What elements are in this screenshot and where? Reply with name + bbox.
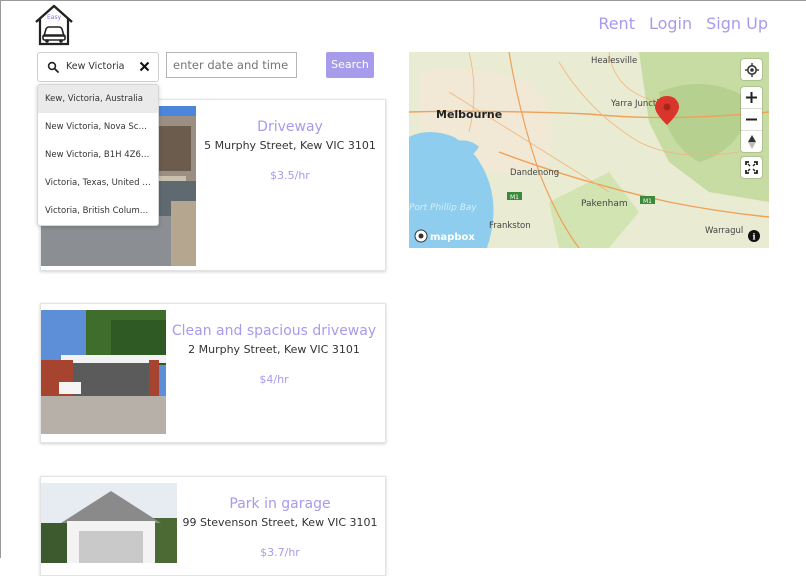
map-label: Melbourne (436, 108, 502, 121)
map-road-shield: M1 (510, 194, 519, 201)
map-label: Warragul (705, 226, 743, 236)
listing-price: $3.7/hr (260, 546, 300, 559)
listing-info: Driveway 5 Murphy Street, Kew VIC 3101 $… (195, 100, 385, 182)
listing-title[interactable]: Clean and spacious driveway (163, 323, 385, 339)
fullscreen-control[interactable] (741, 157, 762, 178)
nav-signup-link[interactable]: Sign Up (706, 14, 768, 33)
map-view[interactable]: Healesville Yarra Junctio Melbourne Dand… (409, 52, 769, 248)
fullscreen-icon[interactable] (741, 157, 762, 178)
mapbox-logo[interactable]: mapbox (414, 229, 475, 243)
search-icon (47, 61, 59, 73)
window-border-top (0, 0, 806, 1)
mapbox-text: mapbox (430, 232, 475, 243)
zoom-control (741, 87, 762, 152)
listing-photo (41, 310, 166, 434)
listing-card[interactable]: Park in garage 99 Stevenson Street, Kew … (40, 476, 386, 576)
top-nav: Rent Login Sign Up (598, 14, 768, 33)
map-canvas[interactable]: Healesville Yarra Junctio Melbourne Dand… (409, 52, 769, 248)
map-road-shield: M1 (643, 198, 652, 205)
suggestion-item[interactable]: Kew, Victoria, Australia (38, 85, 158, 113)
listing-address: 99 Stevenson Street, Kew VIC 3101 (182, 516, 378, 529)
listing-address: 2 Murphy Street, Kew VIC 3101 (188, 343, 360, 356)
search-button[interactable]: Search (326, 52, 374, 78)
map-label: Pakenham (581, 199, 628, 209)
nav-login-link[interactable]: Login (649, 14, 692, 33)
suggestion-item[interactable]: Victoria, Texas, United States (38, 169, 158, 197)
listing-price: $4/hr (259, 373, 289, 386)
clear-search-icon[interactable] (139, 61, 150, 72)
zoom-in-icon[interactable] (741, 87, 762, 108)
listing-price: $3.5/hr (270, 169, 310, 182)
window-border-left (0, 0, 1, 558)
listing-info: Clean and spacious driveway 2 Murphy Str… (163, 304, 385, 386)
map-label: Dandenong (510, 168, 559, 178)
search-suggestions-dropdown: Kew, Victoria, Australia New Victoria, N… (37, 84, 159, 226)
zoom-out-icon[interactable] (741, 109, 762, 130)
map-info-icon[interactable]: i (748, 230, 760, 242)
locate-icon[interactable] (741, 59, 762, 80)
listing-title[interactable]: Driveway (195, 119, 385, 135)
search-value: Kew Victoria (66, 61, 125, 72)
suggestion-item[interactable]: New Victoria, B1H 4Z6, Nova Scotia, Cana… (38, 141, 158, 169)
logo-house-car-icon[interactable]: Easy (33, 2, 75, 46)
listing-address: 5 Murphy Street, Kew VIC 3101 (204, 139, 376, 152)
location-search-input[interactable]: Kew Victoria (37, 52, 159, 82)
map-label: Port Phillip Bay (409, 203, 477, 213)
logo-text: Easy (47, 14, 62, 21)
date-time-input[interactable] (166, 52, 297, 78)
listing-photo (41, 483, 177, 563)
nav-rent-link[interactable]: Rent (598, 14, 635, 33)
listing-info: Park in garage 99 Stevenson Street, Kew … (175, 477, 385, 559)
map-label: Frankston (489, 221, 531, 231)
suggestion-item[interactable]: New Victoria, Nova Scotia, Canada (38, 113, 158, 141)
suggestion-item[interactable]: Victoria, British Columbia, Canada (38, 197, 158, 225)
listing-title[interactable]: Park in garage (175, 496, 385, 512)
listing-card[interactable]: Clean and spacious driveway 2 Murphy Str… (40, 303, 386, 443)
geolocate-control[interactable] (741, 59, 762, 80)
svg-text:i: i (753, 232, 756, 242)
map-label: Healesville (591, 56, 637, 66)
compass-icon[interactable] (741, 131, 762, 152)
